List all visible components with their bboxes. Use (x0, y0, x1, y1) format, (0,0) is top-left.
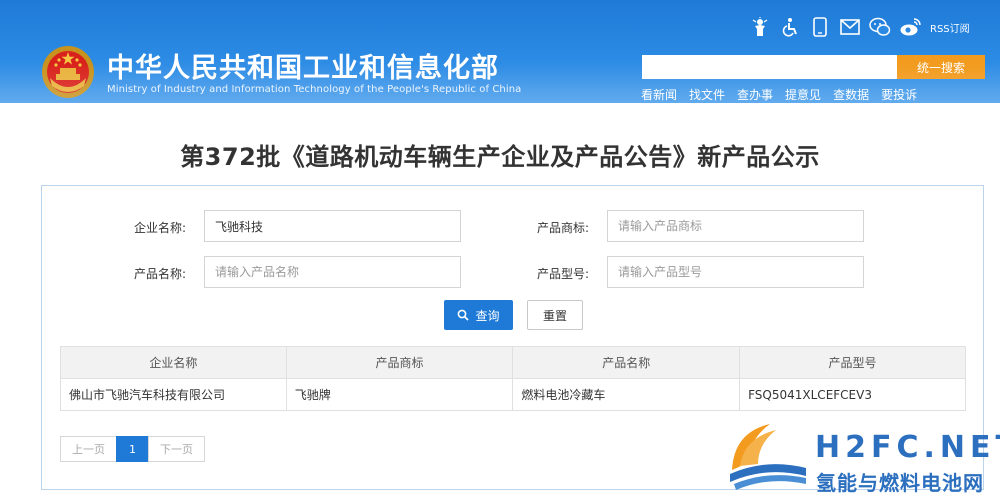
table-header-row: 企业名称 产品商标 产品名称 产品型号 (60, 346, 966, 379)
model-label: 产品型号: (536, 267, 589, 281)
site-search-button[interactable]: 统一搜索 (897, 55, 985, 79)
weibo-icon[interactable] (898, 15, 922, 39)
column-header: 产品名称 (512, 346, 741, 379)
current-page-button[interactable]: 1 (116, 436, 149, 462)
national-emblem-icon (42, 46, 94, 98)
quick-nav: 看新闻 找文件 查办事 提意见 查数据 要投诉 (641, 86, 929, 103)
rss-link[interactable]: RSS订阅 (930, 20, 970, 35)
query-button[interactable]: 查询 (444, 300, 513, 330)
mobile-icon[interactable] (808, 15, 832, 39)
column-header: 企业名称 (60, 346, 287, 379)
company-name-label: 企业名称: (133, 221, 186, 235)
pagination: 上一页 1 下一页 (60, 436, 205, 462)
nav-documents[interactable]: 找文件 (689, 86, 725, 103)
nav-services[interactable]: 查办事 (737, 86, 773, 103)
site-header: 中华人民共和国工业和信息化部 Ministry of Industry and … (0, 0, 1000, 103)
page-title: 第372批《道路机动车辆生产企业及产品公告》新产品公示 (180, 143, 820, 171)
search-icon (458, 309, 470, 321)
accessibility-icon[interactable] (778, 15, 802, 39)
model-input[interactable] (607, 256, 864, 288)
column-header: 产品商标 (285, 346, 514, 379)
wechat-icon[interactable] (868, 15, 892, 39)
nav-complaint[interactable]: 要投诉 (881, 86, 917, 103)
next-page-button[interactable]: 下一页 (148, 436, 205, 462)
page: 中华人民共和国工业和信息化部 Ministry of Industry and … (0, 0, 1000, 500)
product-name-label: 产品名称: (133, 267, 186, 281)
results-table: 企业名称 产品商标 产品名称 产品型号 佛山市飞驰汽车科技有限公司 飞驰牌 燃料… (60, 346, 966, 411)
cell-product-name: 燃料电池冷藏车 (512, 378, 741, 411)
watermark-subtitle: 氢能与燃料电池网 (816, 471, 984, 495)
prev-page-button[interactable]: 上一页 (60, 436, 117, 462)
reset-button[interactable]: 重置 (527, 300, 583, 330)
trademark-input[interactable] (607, 210, 864, 242)
nav-news[interactable]: 看新闻 (641, 86, 677, 103)
nav-feedback[interactable]: 提意见 (785, 86, 821, 103)
company-name-input[interactable] (204, 210, 461, 242)
cell-company: 佛山市飞驰汽车科技有限公司 (60, 378, 287, 411)
query-button-label: 查询 (475, 308, 500, 323)
trademark-label: 产品商标: (536, 221, 589, 235)
mail-icon[interactable] (838, 15, 862, 39)
elder-mode-icon[interactable] (748, 15, 772, 39)
site-title: 中华人民共和国工业和信息化部 (107, 53, 499, 84)
product-name-input[interactable] (204, 256, 461, 288)
h2fc-logo-icon (730, 424, 806, 490)
cell-model: FSQ5041XLCEFCEV3 (739, 378, 966, 411)
table-row: 佛山市飞驰汽车科技有限公司 飞驰牌 燃料电池冷藏车 FSQ5041XLCEFCE… (60, 378, 966, 411)
site-subtitle: Ministry of Industry and Information Tec… (107, 84, 522, 95)
column-header: 产品型号 (739, 346, 966, 379)
nav-data[interactable]: 查数据 (833, 86, 869, 103)
site-search-input[interactable] (642, 55, 897, 79)
cell-trademark: 飞驰牌 (285, 378, 514, 411)
watermark-brand: H2FC.NET (815, 430, 1000, 465)
header-toolbar: RSS订阅 (748, 14, 970, 40)
